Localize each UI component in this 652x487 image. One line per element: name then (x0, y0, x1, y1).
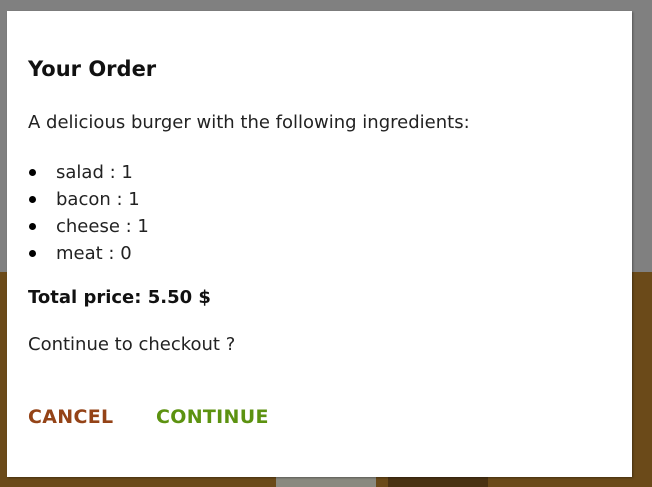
bullet-icon (29, 196, 36, 203)
checkout-prompt: Continue to checkout ? (28, 334, 236, 355)
order-description: A delicious burger with the following in… (28, 112, 470, 133)
bullet-icon (29, 169, 36, 176)
ingredient-label: meat : 0 (56, 243, 132, 264)
cancel-button[interactable]: CANCEL (28, 406, 113, 428)
bullet-icon (29, 250, 36, 257)
list-item: meat : 0 (28, 240, 149, 267)
ingredient-label: bacon : 1 (56, 189, 140, 210)
list-item: salad : 1 (28, 159, 149, 186)
order-summary-modal: Your Order A delicious burger with the f… (7, 11, 632, 477)
modal-title: Your Order (28, 57, 157, 81)
modal-backdrop[interactable]: Your Order A delicious burger with the f… (0, 0, 652, 487)
bullet-icon (29, 223, 36, 230)
list-item: cheese : 1 (28, 213, 149, 240)
list-item: bacon : 1 (28, 186, 149, 213)
ingredient-list: salad : 1 bacon : 1 cheese : 1 meat : 0 (28, 159, 149, 267)
continue-button[interactable]: CONTINUE (156, 406, 269, 428)
ingredient-label: salad : 1 (56, 162, 133, 183)
ingredient-label: cheese : 1 (56, 216, 149, 237)
total-price: Total price: 5.50 $ (28, 287, 211, 308)
